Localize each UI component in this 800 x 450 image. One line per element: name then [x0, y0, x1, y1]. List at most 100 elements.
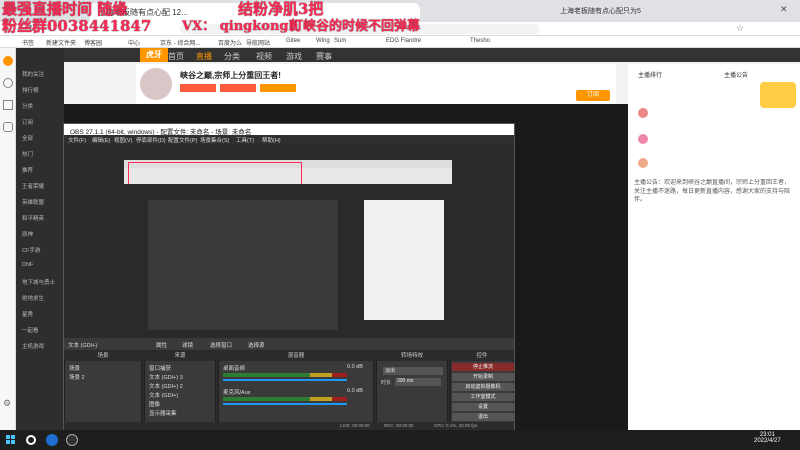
select-source-button[interactable]: 选择源 [248, 341, 265, 349]
sidebar-item[interactable]: 地下城与勇士 [22, 278, 55, 286]
bookmarks-bar: 书签 新建文件夹 博客园 中心 京东 - 综合网... 百度为么 导航网站 Gitee Wing… [0, 36, 800, 48]
scene-item[interactable]: 场景 2 [69, 373, 85, 381]
avatar[interactable] [140, 68, 172, 100]
control-button[interactable]: 退出 [452, 413, 514, 421]
sidebar-item[interactable]: DNF [22, 262, 33, 268]
search-icon[interactable] [26, 435, 36, 445]
scene-item[interactable]: 场景 [69, 364, 80, 372]
sidebar-item[interactable]: 我的关注 [22, 70, 44, 78]
promo-badge[interactable] [760, 82, 796, 108]
sidebar-item[interactable]: CF手游 [22, 246, 40, 254]
sidebar-item[interactable]: 和平精英 [22, 214, 44, 222]
star-icon[interactable]: ☆ [736, 23, 744, 34]
nav-item[interactable]: 赛事 [316, 51, 332, 62]
select-window-button[interactable]: 选择窗口 [210, 341, 232, 349]
source-item[interactable]: 文本 (GDI+) 3 [149, 373, 183, 381]
control-button[interactable]: 设置 [452, 403, 514, 411]
sidebar-item[interactable]: 原神 [22, 230, 33, 238]
right-tab-title[interactable]: 上海老板随有点心配只为5 [560, 6, 641, 16]
obs-preview[interactable] [124, 160, 452, 338]
bookmark-item[interactable]: 中心 [128, 38, 140, 47]
transitions-header: 转场特效 [377, 351, 447, 361]
overlay-line2: 粉丝群0038441847 [2, 17, 152, 35]
mixer-channel-name: 桌面音频 [223, 366, 246, 372]
status-bar: LIVE: 00:00:00 REC: 00:00:00 CPU: 0.1%, … [64, 422, 514, 430]
stream-title: 峡谷之巅,宗师上分重回王者! [180, 71, 281, 80]
duration-input[interactable]: 300 ms [395, 378, 441, 386]
obs-menu-item[interactable]: 视图(V) [114, 136, 132, 144]
filters-button[interactable]: 滤镜 [182, 341, 193, 349]
source-item[interactable]: 文本 (GDI+) 2 [149, 382, 183, 390]
sidebar-item[interactable]: 英雄联盟 [22, 198, 44, 206]
source-item[interactable]: 文本 (GDI+) [149, 391, 178, 399]
bookmark-item[interactable]: 书签 [22, 38, 34, 47]
settings-icon[interactable]: ⚙ [3, 398, 13, 408]
tag-badge [220, 84, 256, 92]
control-button[interactable]: 工作室模式 [452, 393, 514, 401]
windows-icon[interactable] [6, 435, 16, 445]
volume-slider[interactable] [223, 379, 347, 381]
close-icon[interactable]: ✕ [780, 4, 790, 14]
obs-icon[interactable] [66, 434, 78, 446]
obs-menu-item[interactable]: 工具(T) [236, 136, 254, 144]
bookmark-item[interactable]: 导航网站 [246, 38, 270, 47]
bookmark-item[interactable]: 新建文件夹 [46, 38, 76, 47]
obs-menu-item[interactable]: 帮助(H) [262, 136, 281, 144]
taskbar: 23:01 2022/4/27 [0, 430, 800, 450]
sidebar-item[interactable]: 分类 [22, 102, 33, 110]
control-button[interactable]: 启动虚拟摄像机 [452, 383, 514, 391]
sidebar-item[interactable]: 星秀 [22, 310, 33, 318]
bookmark-item[interactable]: 京东 - 综合网... [160, 38, 200, 47]
source-item[interactable]: 图像 [149, 400, 160, 408]
site-logo[interactable]: 虎牙 [140, 48, 168, 62]
message-icon[interactable] [3, 122, 13, 132]
obs-menu-item[interactable]: 场景集合(S) [200, 136, 229, 144]
edge-icon[interactable] [46, 434, 58, 446]
search-icon[interactable] [3, 78, 13, 88]
sidebar-item[interactable]: 推荐 [22, 166, 33, 174]
clock: 23:01 2022/4/27 [754, 432, 781, 444]
sidebar-item[interactable]: 王者荣耀 [22, 182, 44, 190]
bookmark-icon[interactable] [3, 100, 13, 110]
mixer-header: 混音器 [219, 351, 373, 361]
source-item[interactable]: 显示器采集 [149, 409, 177, 417]
control-button[interactable]: 开始录制 [452, 373, 514, 381]
obs-menu-item[interactable]: 文件(F) [68, 136, 86, 144]
sidebar-item[interactable]: 热门 [22, 150, 33, 158]
nav-item[interactable]: 视频 [256, 51, 272, 62]
bookmark-item[interactable]: EDG Flandre [386, 38, 421, 44]
obs-menu-item[interactable]: 编辑(E) [92, 136, 110, 144]
bookmark-item[interactable]: Thesho [470, 38, 490, 44]
obs-menu-item[interactable]: 配置文件(P) [168, 136, 197, 144]
volume-slider[interactable] [223, 403, 347, 405]
bookmark-item[interactable]: Gitee [286, 38, 300, 44]
transition-select[interactable]: 淡出 [383, 367, 443, 375]
scenes-header: 场景 [65, 351, 141, 361]
nav-item[interactable]: 首页 [168, 51, 184, 62]
sidebar-item[interactable]: 一起看 [22, 326, 39, 334]
sidebar-item[interactable]: 全部 [22, 134, 33, 142]
sidebar-item[interactable]: 排行榜 [22, 86, 39, 94]
nested-right-panel [364, 200, 444, 320]
bookmark-item[interactable]: 百度为么 [218, 38, 242, 47]
sidebar-item[interactable]: 主机游戏 [22, 342, 44, 350]
sidebar-item[interactable]: 绝地求生 [22, 294, 44, 302]
sources-header: 来源 [145, 351, 215, 361]
stream-info: 峡谷之巅,宗师上分重回王者! 订阅 [136, 64, 616, 104]
sidebar-item[interactable]: 订阅 [22, 118, 33, 126]
nav-item[interactable]: 分类 [224, 51, 240, 62]
follow-button[interactable]: 订阅 [576, 90, 610, 101]
page: 上海老板随有点心配 12... 上海老板随有点心配只为5 ✕ ← → ↻ ☆ 书… [0, 0, 800, 450]
bookmark-item[interactable]: Sum [334, 38, 346, 44]
nav-item[interactable]: 直播 [196, 51, 212, 62]
bookmark-item[interactable]: Wing [316, 38, 330, 44]
source-item[interactable]: 窗口捕获 [149, 364, 171, 372]
control-button[interactable]: 停止推流 [452, 363, 514, 371]
nav-item[interactable]: 游戏 [286, 51, 302, 62]
properties-button[interactable]: 属性 [156, 341, 167, 349]
bookmark-item[interactable]: 博客园 [84, 38, 102, 47]
nested-obs [148, 200, 338, 330]
huya-icon[interactable] [3, 56, 13, 66]
obs-menu-item[interactable]: 停靠部件(D) [136, 136, 166, 144]
announce-title: 主播公告 [724, 73, 749, 79]
